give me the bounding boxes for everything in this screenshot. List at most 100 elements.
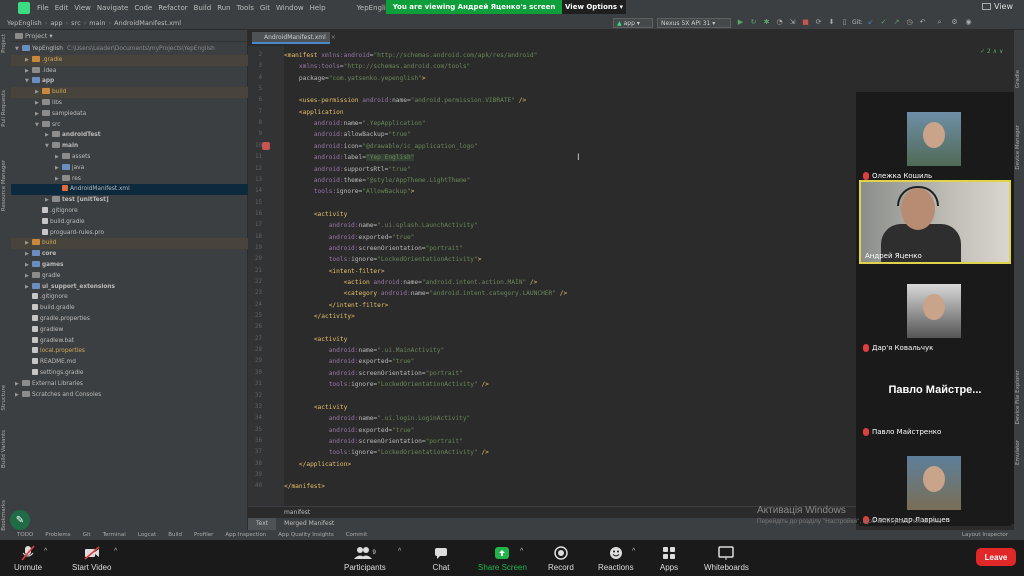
tree-item[interactable]: ▶ core bbox=[11, 249, 248, 260]
start-video-button[interactable]: Start Video bbox=[72, 543, 111, 572]
tree-item[interactable]: ▶ Scratches and Consoles bbox=[11, 390, 248, 401]
tool-window-profiler[interactable]: Profiler bbox=[188, 532, 219, 538]
run-configuration-select[interactable]: ▲ app ▾ bbox=[613, 18, 653, 28]
chevron-right-icon[interactable]: ▶ bbox=[35, 109, 42, 120]
code-line[interactable]: android:exported="true" bbox=[284, 233, 415, 242]
code-line[interactable]: </activity> bbox=[284, 312, 355, 321]
tree-item[interactable]: ▶ build bbox=[11, 87, 248, 98]
sync-gradle-icon[interactable]: ⟳ bbox=[814, 18, 823, 27]
chevron-right-icon[interactable]: ▶ bbox=[15, 379, 22, 390]
breadcrumb-item[interactable]: YepEnglish bbox=[4, 19, 45, 27]
code-line[interactable]: android:name=".YepApplication" bbox=[284, 119, 426, 128]
leave-meeting-button[interactable]: Leave bbox=[976, 548, 1016, 566]
code-line[interactable]: xmlns:tools="http://schemas.android.com/… bbox=[284, 62, 470, 71]
menu-tools[interactable]: Tools bbox=[234, 4, 257, 12]
tool-window-terminal[interactable]: Terminal bbox=[97, 532, 132, 538]
history-icon[interactable]: ◷ bbox=[905, 18, 914, 27]
code-line[interactable]: </intent-filter> bbox=[284, 301, 389, 310]
chevron-down-icon[interactable]: ▼ bbox=[15, 44, 22, 55]
tool-window-commit[interactable]: Commit bbox=[340, 532, 374, 538]
code-line[interactable]: android:theme="@style/AppTheme.LightThem… bbox=[284, 176, 470, 185]
menu-edit[interactable]: Edit bbox=[52, 4, 72, 12]
run-icon[interactable]: ▶ bbox=[736, 18, 745, 27]
participants-chevron-icon[interactable]: ^ bbox=[398, 548, 401, 555]
tree-item[interactable]: ▼ app bbox=[11, 76, 248, 87]
code-line[interactable]: <application bbox=[284, 108, 344, 117]
chat-button[interactable]: Chat bbox=[430, 543, 452, 572]
tree-item[interactable]: ▶ androidTest bbox=[11, 130, 248, 141]
menu-file[interactable]: File bbox=[34, 4, 52, 12]
code-line[interactable]: </manifest> bbox=[284, 482, 325, 491]
git-commit-icon[interactable]: ✓ bbox=[879, 18, 888, 27]
tree-item[interactable]: proguard-rules.pro bbox=[11, 228, 248, 239]
code-line[interactable]: android:screenOrientation="portrait" bbox=[284, 437, 463, 446]
menu-build[interactable]: Build bbox=[191, 4, 215, 12]
code-line[interactable]: android:name=".ui.splash.LaunchActivity" bbox=[284, 221, 478, 230]
menu-refactor[interactable]: Refactor bbox=[155, 4, 190, 12]
tree-item[interactable]: local.properties bbox=[11, 346, 248, 357]
tree-item[interactable]: ▶ java bbox=[11, 163, 248, 174]
tree-item[interactable]: ▶ test [unitTest] bbox=[11, 195, 248, 206]
tool-window-structure[interactable]: Structure bbox=[1, 385, 7, 411]
menu-run[interactable]: Run bbox=[214, 4, 233, 12]
tree-item[interactable]: ▼ main bbox=[11, 141, 248, 152]
chevron-right-icon[interactable]: ▶ bbox=[55, 163, 62, 174]
tool-window-device-file-explorer[interactable]: Device File Explorer bbox=[1015, 370, 1021, 424]
view-options-button[interactable]: View Options ▾ bbox=[562, 0, 626, 14]
tab-text[interactable]: Text bbox=[248, 518, 277, 530]
tool-window-logcat[interactable]: Logcat bbox=[132, 532, 162, 538]
git-push-icon[interactable]: ↗ bbox=[892, 18, 901, 27]
tab-merged-manifest[interactable]: Merged Manifest bbox=[276, 518, 342, 530]
tool-window-device-manager[interactable]: Device Manager bbox=[1015, 125, 1021, 170]
tree-item[interactable]: ▶ sampledata bbox=[11, 109, 248, 120]
participant-tile[interactable]: Олександр Лаврiщев bbox=[859, 442, 1011, 526]
tree-item[interactable]: ▼ YepEnglish C:\Users\Leader\Documents\myP… bbox=[11, 44, 248, 55]
tree-item[interactable]: ▶ External Libraries bbox=[11, 379, 248, 390]
code-line[interactable]: android:screenOrientation="portrait" bbox=[284, 244, 463, 253]
tree-item[interactable]: ▼ src bbox=[11, 120, 248, 131]
settings-gear-icon[interactable]: ⚙ bbox=[950, 18, 959, 27]
tool-window-gradle[interactable]: Gradle bbox=[1015, 70, 1021, 88]
menu-git[interactable]: Git bbox=[257, 4, 273, 12]
debug-icon[interactable]: ✱ bbox=[762, 18, 771, 27]
code-line[interactable]: android:icon="@drawable/ic_application_l… bbox=[284, 142, 478, 151]
tool-window-app-inspection[interactable]: App Inspection bbox=[219, 532, 272, 538]
tool-window-build-variants[interactable]: Build Variants bbox=[1, 430, 7, 468]
tool-window-build[interactable]: Build bbox=[162, 532, 188, 538]
code-line[interactable]: <manifest xmlns:android="http://schemas.… bbox=[284, 51, 537, 60]
apps-button[interactable]: Apps bbox=[658, 543, 680, 572]
chevron-right-icon[interactable]: ▶ bbox=[25, 282, 32, 293]
tree-item[interactable]: gradle.properties bbox=[11, 314, 248, 325]
chevron-right-icon[interactable]: ▶ bbox=[45, 130, 52, 141]
code-line[interactable]: android:exported="true" bbox=[284, 357, 415, 366]
breadcrumb-item[interactable]: AndroidManifest.xml bbox=[111, 19, 184, 27]
code-line[interactable]: android:name=".ui.MainActivity" bbox=[284, 346, 445, 355]
chevron-right-icon[interactable]: ▶ bbox=[35, 87, 42, 98]
device-manager-icon[interactable]: ▯ bbox=[840, 18, 849, 27]
code-line[interactable]: </application> bbox=[284, 460, 351, 469]
tree-item[interactable]: ▶ assets bbox=[11, 152, 248, 163]
chevron-right-icon[interactable]: ▶ bbox=[25, 271, 32, 282]
inspection-widget[interactable]: ✓ 2 ∧ ∨ bbox=[980, 48, 1003, 55]
chevron-right-icon[interactable]: ▶ bbox=[55, 174, 62, 185]
menu-window[interactable]: Window bbox=[273, 4, 307, 12]
view-button[interactable]: View bbox=[982, 2, 1013, 11]
rollback-icon[interactable]: ↶ bbox=[918, 18, 927, 27]
code-line[interactable]: android:allowBackup="true" bbox=[284, 130, 411, 139]
code-area[interactable]: <manifest xmlns:android="http://schemas.… bbox=[284, 46, 854, 506]
code-line[interactable]: android:name=".ui.login.LoginActivity" bbox=[284, 414, 471, 423]
tool-window-pull-requests[interactable]: Pull Requests bbox=[1, 90, 7, 127]
project-panel-title[interactable]: Project bbox=[25, 32, 47, 40]
participant-tile[interactable]: Дар'я Ковальчук bbox=[859, 270, 1011, 354]
menu-navigate[interactable]: Navigate bbox=[94, 4, 131, 12]
tool-window-git[interactable]: Git bbox=[77, 532, 97, 538]
chevron-right-icon[interactable]: ▶ bbox=[45, 195, 52, 206]
chevron-right-icon[interactable]: ▶ bbox=[25, 249, 32, 260]
tree-item[interactable]: .gitignore bbox=[11, 292, 248, 303]
menu-help[interactable]: Help bbox=[307, 4, 329, 12]
code-line[interactable]: android:label="Yep English" bbox=[284, 153, 415, 162]
code-line[interactable]: <activity bbox=[284, 335, 348, 344]
chevron-right-icon[interactable]: ▶ bbox=[25, 260, 32, 271]
code-line[interactable]: tools:ignore="LockedOrientationActivity"… bbox=[284, 380, 489, 389]
code-line[interactable]: <activity bbox=[284, 210, 348, 219]
